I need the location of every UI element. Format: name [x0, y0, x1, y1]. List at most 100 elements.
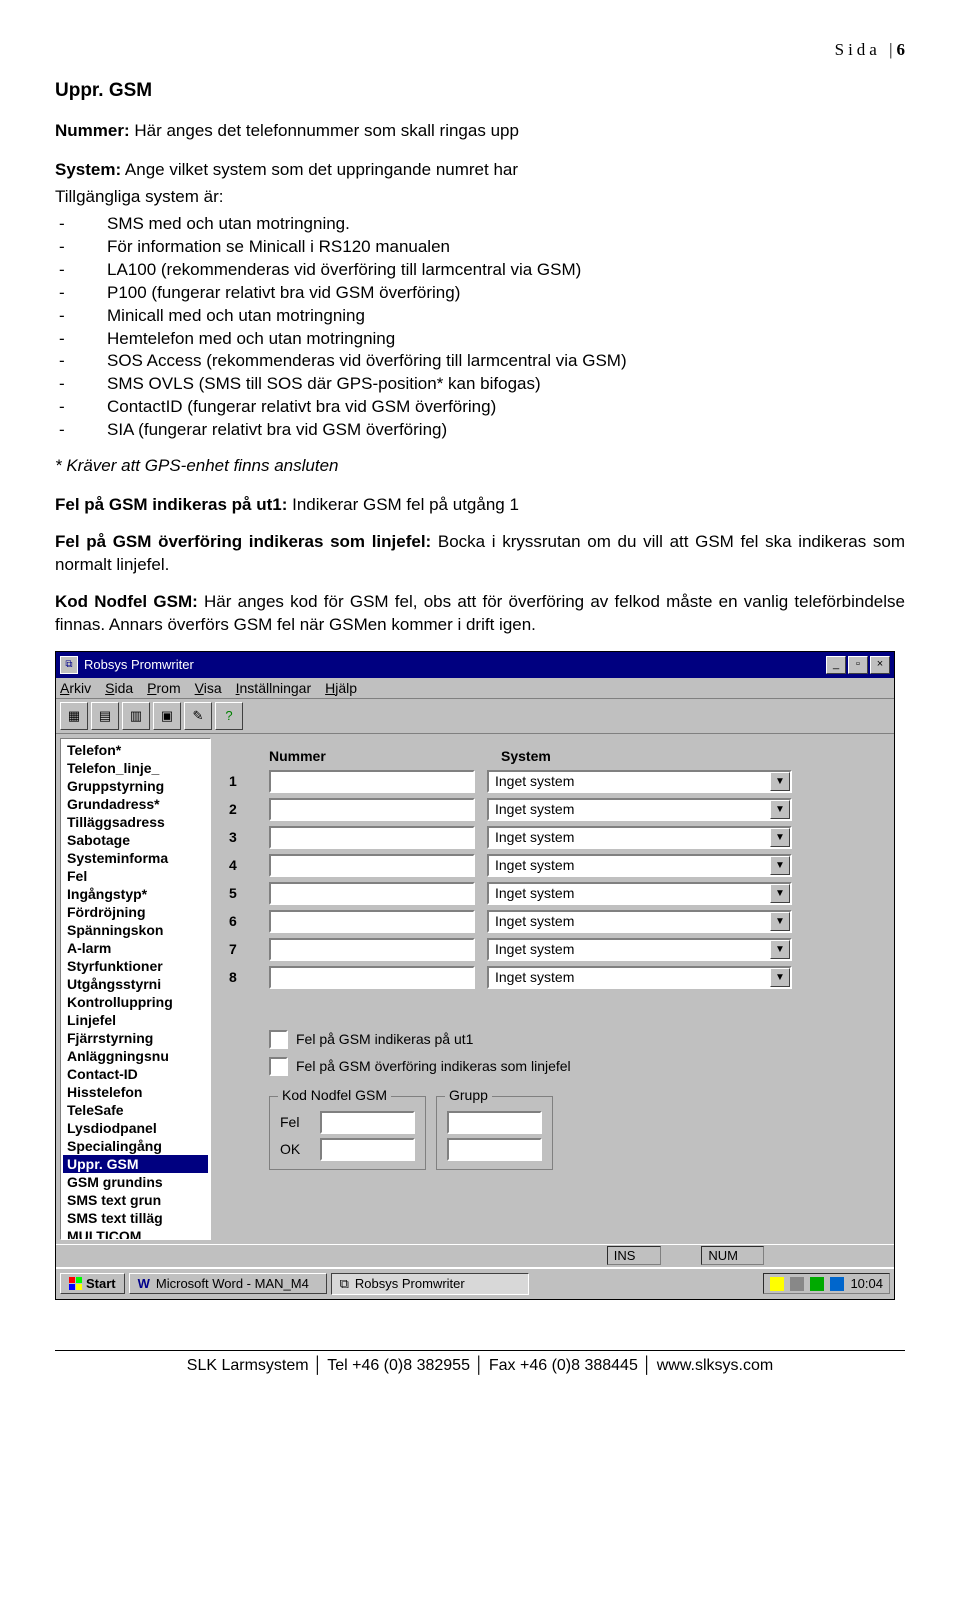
toolbar-btn-2[interactable]: ▤ [91, 702, 119, 730]
nummer-input[interactable] [269, 882, 475, 905]
sidebar-item[interactable]: Grundadress* [63, 795, 208, 813]
sidebar-item[interactable]: Tilläggsadress [63, 813, 208, 831]
menu-item[interactable]: Hjälp [325, 680, 357, 696]
toolbar-btn-5[interactable]: ✎ [184, 702, 212, 730]
sidebar-item[interactable]: Ingångstyp* [63, 885, 208, 903]
sidebar-item[interactable]: Fel [63, 867, 208, 885]
sidebar-item[interactable]: Fördröjning [63, 903, 208, 921]
sidebar-item[interactable]: Hisstelefon [63, 1083, 208, 1101]
input-grupp-2[interactable] [447, 1138, 542, 1161]
system-select[interactable]: Inget system▼ [487, 826, 792, 849]
sidebar-item[interactable]: Systeminforma [63, 849, 208, 867]
sidebar-item[interactable]: Anläggningsnu [63, 1047, 208, 1065]
menu-item[interactable]: Arkiv [60, 680, 91, 696]
sidebar-item[interactable]: Contact-ID [63, 1065, 208, 1083]
chevron-down-icon[interactable]: ▼ [770, 884, 790, 903]
toolbar-btn-1[interactable]: ▦ [60, 702, 88, 730]
sidebar-item[interactable]: A-larm [63, 939, 208, 957]
system-select[interactable]: Inget system▼ [487, 854, 792, 877]
tray-icon-1[interactable] [770, 1277, 784, 1291]
chevron-down-icon[interactable]: ▼ [770, 856, 790, 875]
chevron-down-icon[interactable]: ▼ [770, 968, 790, 987]
chevron-down-icon[interactable]: ▼ [770, 912, 790, 931]
nummer-input[interactable] [269, 938, 475, 961]
sidebar-item[interactable]: Sabotage [63, 831, 208, 849]
fel-linjefel-para: Fel på GSM överföring indikeras som linj… [55, 531, 905, 577]
input-ok[interactable] [320, 1138, 415, 1161]
sidebar-item[interactable]: Gruppstyrning [63, 777, 208, 795]
task-word[interactable]: W Microsoft Word - MAN_M4 [129, 1273, 327, 1294]
input-fel[interactable] [320, 1111, 415, 1134]
form-row: 5Inget system▼ [229, 882, 880, 905]
app-screenshot: ⧉ Robsys Promwriter _ ▫ × Arkiv Sida Prom V… [55, 651, 895, 1300]
close-button[interactable]: × [870, 656, 890, 674]
chevron-down-icon[interactable]: ▼ [770, 940, 790, 959]
task-promwriter[interactable]: ⧉ Robsys Promwriter [331, 1273, 529, 1295]
nummer-input[interactable] [269, 770, 475, 793]
toolbar-btn-4[interactable]: ▣ [153, 702, 181, 730]
system-select[interactable]: Inget system▼ [487, 770, 792, 793]
sidebar-item[interactable]: Uppr. GSM [63, 1155, 208, 1173]
sidebar-item[interactable]: SMS text grun [63, 1191, 208, 1209]
sidebar-item[interactable]: Fjärrstyrning [63, 1029, 208, 1047]
clock: 10:04 [850, 1276, 883, 1291]
form-row: 2Inget system▼ [229, 798, 880, 821]
chevron-down-icon[interactable]: ▼ [770, 800, 790, 819]
checkbox-icon[interactable] [269, 1057, 288, 1076]
list-item: Minicall med och utan motringning [107, 305, 905, 328]
nummer-input[interactable] [269, 966, 475, 989]
row-number: 7 [229, 941, 269, 957]
tray-icon-3[interactable] [810, 1277, 824, 1291]
system-select[interactable]: Inget system▼ [487, 966, 792, 989]
toolbar-btn-help[interactable]: ? [215, 702, 243, 730]
chevron-down-icon[interactable]: ▼ [770, 772, 790, 791]
system-select[interactable]: Inget system▼ [487, 938, 792, 961]
maximize-button[interactable]: ▫ [848, 656, 868, 674]
checkbox-fel-linjefel[interactable]: Fel på GSM överföring indikeras som linj… [269, 1057, 880, 1076]
sidebar-item[interactable]: Linjefel [63, 1011, 208, 1029]
toolbar-btn-3[interactable]: ▥ [122, 702, 150, 730]
sidebar-item[interactable]: Utgångsstyrni [63, 975, 208, 993]
checkbox-fel-ut1[interactable]: Fel på GSM indikeras på ut1 [269, 1030, 880, 1049]
sidebar-item[interactable]: Specialingång [63, 1137, 208, 1155]
toolbar: ▦ ▤ ▥ ▣ ✎ ? [56, 699, 894, 734]
menu-item[interactable]: Sida [105, 680, 133, 696]
nummer-input[interactable] [269, 826, 475, 849]
system-select[interactable]: Inget system▼ [487, 882, 792, 905]
nummer-input[interactable] [269, 798, 475, 821]
tray-icon-4[interactable] [830, 1277, 844, 1291]
minimize-button[interactable]: _ [826, 656, 846, 674]
statusbar: INS NUM [56, 1244, 894, 1267]
nummer-input[interactable] [269, 854, 475, 877]
sidebar-item[interactable]: Kontrolluppring [63, 993, 208, 1011]
chevron-down-icon[interactable]: ▼ [770, 828, 790, 847]
sidebar-item[interactable]: Lysdiodpanel [63, 1119, 208, 1137]
sidebar-item[interactable]: MULTICOM [63, 1227, 208, 1240]
menubar[interactable]: Arkiv Sida Prom Visa Inställningar Hjälp [56, 678, 894, 699]
system-select[interactable]: Inget system▼ [487, 798, 792, 821]
sidebar-item[interactable]: Spänningskon [63, 921, 208, 939]
sidebar-list[interactable]: Telefon*Telefon_linje_GruppstyrningGrund… [60, 738, 211, 1240]
row-number: 1 [229, 773, 269, 789]
form-row: 8Inget system▼ [229, 966, 880, 989]
tray-icon-2[interactable] [790, 1277, 804, 1291]
sidebar-item[interactable]: GSM grundins [63, 1173, 208, 1191]
menu-item[interactable]: Inställningar [236, 680, 312, 696]
app-icon: ⧉ [60, 656, 78, 674]
sidebar-item[interactable]: TeleSafe [63, 1101, 208, 1119]
menu-item[interactable]: Prom [147, 680, 180, 696]
kod-nodfel-para: Kod Nodfel GSM: Här anges kod för GSM fe… [55, 591, 905, 637]
sidebar-item[interactable]: Telefon_linje_ [63, 759, 208, 777]
sidebar-item[interactable]: Styrfunktioner [63, 957, 208, 975]
start-button[interactable]: Start [60, 1273, 125, 1294]
input-grupp-1[interactable] [447, 1111, 542, 1134]
menu-item[interactable]: Visa [195, 680, 222, 696]
gps-note: * Kräver att GPS-enhet finns ansluten [55, 456, 905, 476]
list-item: Hemtelefon med och utan motringning [107, 328, 905, 351]
list-item: SMS med och utan motringning. [107, 213, 905, 236]
sidebar-item[interactable]: SMS text tilläg [63, 1209, 208, 1227]
sidebar-item[interactable]: Telefon* [63, 741, 208, 759]
nummer-input[interactable] [269, 910, 475, 933]
checkbox-icon[interactable] [269, 1030, 288, 1049]
system-select[interactable]: Inget system▼ [487, 910, 792, 933]
